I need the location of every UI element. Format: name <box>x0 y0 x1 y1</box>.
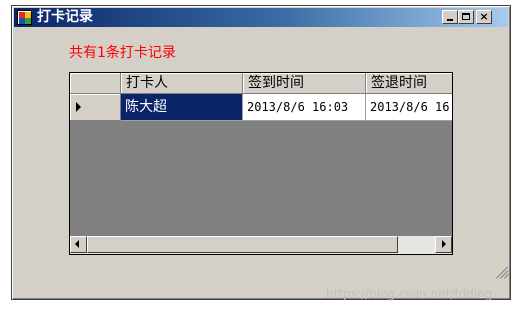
arrow-left-icon <box>75 240 79 248</box>
close-icon: × <box>479 10 489 23</box>
scroll-left-button[interactable] <box>70 236 87 253</box>
record-count-label: 共有1条打卡记录 <box>69 45 176 61</box>
column-header-sign-in[interactable]: 签到时间 <box>243 73 366 94</box>
column-header-sign-out[interactable]: 签退时间 <box>366 73 452 94</box>
maximize-button[interactable] <box>458 10 474 24</box>
cell-person[interactable]: 陈大超 <box>121 94 243 121</box>
minimize-icon <box>447 19 453 21</box>
grid-corner-header[interactable] <box>70 73 121 94</box>
records-grid[interactable]: 打卡人 签到时间 签退时间 陈大超 2013/8/6 16:03 2013/8/… <box>69 72 453 255</box>
icon-quad-green <box>25 18 31 24</box>
close-button[interactable]: × <box>476 10 492 24</box>
column-header-person[interactable]: 打卡人 <box>121 73 243 94</box>
minimize-button[interactable] <box>442 10 458 24</box>
app-icon[interactable] <box>17 10 32 25</box>
cell-sign-out[interactable]: 2013/8/6 16:03 <box>366 94 452 121</box>
maximize-icon <box>462 13 470 20</box>
watermark-text: https://blog.csdn.net/fdding <box>326 287 493 301</box>
title-bar[interactable]: 打卡记录 × <box>14 8 508 27</box>
arrow-right-icon <box>442 240 446 248</box>
horizontal-scrollbar[interactable] <box>70 236 452 254</box>
row-header[interactable] <box>70 94 121 121</box>
main-window: 打卡记录 × 共有1条打卡记录 打卡人 签到时间 签退时间 陈大超 2013/8… <box>11 5 511 300</box>
window-title: 打卡记录 <box>37 9 93 25</box>
scroll-right-button[interactable] <box>435 236 452 253</box>
scroll-thumb[interactable] <box>87 236 398 253</box>
cell-sign-in[interactable]: 2013/8/6 16:03 <box>243 94 366 121</box>
row-pointer-icon <box>76 102 81 112</box>
